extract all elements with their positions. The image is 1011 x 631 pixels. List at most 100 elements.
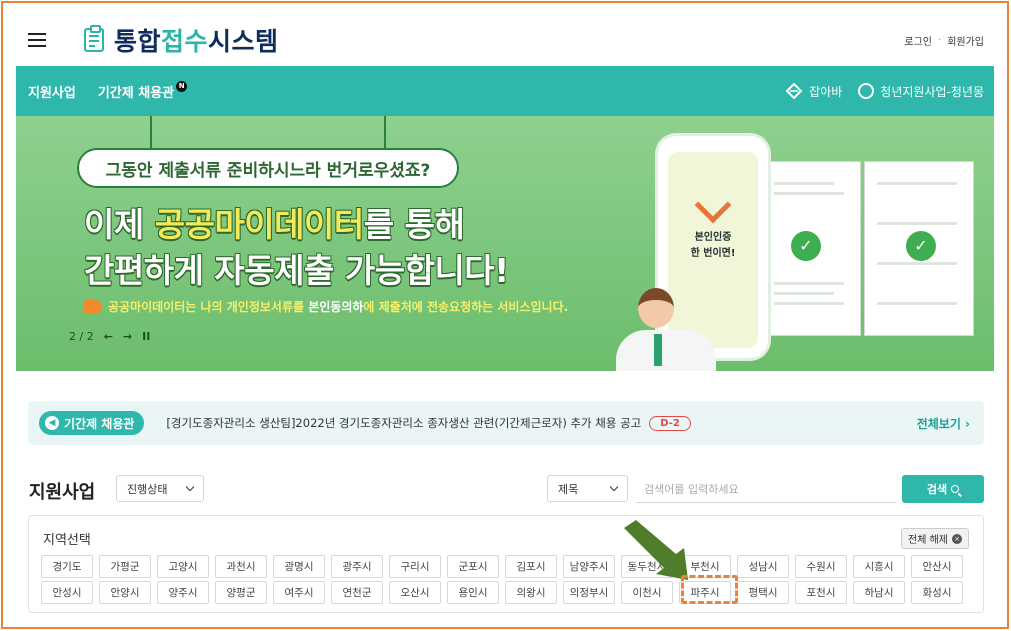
region-chip[interactable]: 평택시: [737, 581, 789, 604]
region-chip[interactable]: 광명시: [273, 555, 325, 578]
search-icon: [951, 485, 960, 493]
region-chip[interactable]: 화성시: [911, 581, 963, 604]
headline-highlight: 공공마이데이터: [154, 205, 365, 244]
notice-text-link[interactable]: [경기도종자관리소 생산팀]2022년 경기도종자관리소 종자생산 관련(기간제…: [166, 415, 641, 431]
reset-all-button[interactable]: 전체 해제 ×: [901, 528, 969, 549]
status-select[interactable]: 진행상태: [116, 475, 204, 502]
region-chip[interactable]: 양주시: [157, 581, 209, 604]
chevron-down-icon: [609, 482, 619, 492]
banner-speech-bubble: 그동안 제출서류 준비하시느라 번거로우셨죠?: [77, 148, 459, 188]
region-title: 지역선택: [43, 533, 91, 548]
headline-part: 를 통해: [363, 205, 465, 244]
region-chip[interactable]: 하남시: [853, 581, 905, 604]
subtext-part: 에 제출처에 전송요청하는 서비스입니다.: [363, 300, 569, 314]
headline-part: 이제: [84, 205, 155, 244]
region-chip[interactable]: 과천시: [215, 555, 267, 578]
slide-counter: 2 / 2: [69, 330, 94, 343]
region-chip[interactable]: 경기도: [41, 555, 93, 578]
nav-right-links: 잡아바 청년지원사업-청년몽: [785, 83, 984, 100]
subtext-part: 공공마이데이터는 나의 개인정보서류를: [108, 300, 309, 314]
jobaba-logo-icon: [785, 83, 803, 99]
region-chip[interactable]: 의왕시: [505, 581, 557, 604]
region-chip[interactable]: 광주시: [331, 555, 383, 578]
banner-pager: 2 / 2 ← → II: [69, 330, 150, 343]
nav-link-youth[interactable]: 청년지원사업-청년몽: [858, 83, 984, 100]
banner-subtext: 공공마이데이터는 나의 개인정보서류를 본인동의하에 제출처에 전송요청하는 서…: [84, 298, 568, 315]
reset-label: 전체 해제: [908, 535, 948, 546]
search-button-label: 검색: [926, 483, 948, 496]
region-chip[interactable]: 연천군: [331, 581, 383, 604]
youth-face-icon: [858, 83, 875, 99]
top-header: 통합접수시스템 로그인 · 회원가입: [16, 18, 994, 62]
main-nav: 지원사업 기간제 채용관 N 잡아바 청년지원사업-청년몽: [16, 66, 994, 116]
logo-part-2: 접수: [161, 27, 209, 56]
megaphone-icon: [84, 299, 102, 314]
status-select-value: 진행상태: [127, 482, 168, 496]
annotation-highlight-box: [681, 575, 738, 604]
region-chip[interactable]: 안성시: [41, 581, 93, 604]
region-chip[interactable]: 이천시: [621, 581, 673, 604]
logo-text: 통합접수시스템: [114, 22, 279, 58]
phone-caption-line: 한 번이면!: [690, 248, 736, 259]
recruitment-notice-bar: ◀ 기간제 채용관 [경기도종자관리소 생산팀]2022년 경기도종자관리소 종…: [28, 401, 984, 445]
region-chip[interactable]: 시흥시: [853, 555, 905, 578]
region-chip[interactable]: 구리시: [389, 555, 441, 578]
view-all-link[interactable]: 전체보기 ›: [917, 415, 970, 432]
region-chip[interactable]: 용인시: [447, 581, 499, 604]
pill-label: 기간제 채용관: [64, 416, 135, 431]
temp-recruitment-pill[interactable]: ◀ 기간제 채용관: [39, 411, 145, 435]
new-badge: N: [176, 80, 188, 92]
chevron-down-icon: [185, 482, 195, 492]
search-field-select[interactable]: 제목: [547, 475, 628, 502]
region-chip[interactable]: 안산시: [911, 555, 963, 578]
checkmark-icon: [694, 186, 732, 224]
region-chip[interactable]: 남양주시: [563, 555, 615, 578]
region-chip[interactable]: 여주시: [273, 581, 325, 604]
region-chip[interactable]: 가평군: [99, 555, 151, 578]
search-input[interactable]: [636, 476, 896, 503]
prev-slide-icon[interactable]: ←: [104, 330, 113, 343]
nav-label: 지원사업: [28, 85, 76, 101]
region-chip[interactable]: 성남시: [737, 555, 789, 578]
region-chip[interactable]: 군포시: [447, 555, 499, 578]
phone-caption-line: 본인인증: [694, 232, 732, 243]
section-title: 지원사업: [29, 482, 96, 503]
region-chip[interactable]: 김포시: [505, 555, 557, 578]
check-badge-icon: ✓: [791, 231, 821, 261]
region-chip[interactable]: 고양시: [157, 555, 209, 578]
user-links: 로그인 · 회원가입: [904, 33, 984, 48]
headline-line-2: 간편하게 자동제출 가능합니다!: [84, 251, 509, 290]
signup-link[interactable]: 회원가입: [947, 33, 984, 48]
hero-banner[interactable]: 그동안 제출서류 준비하시느라 번거로우셨죠? 이제 공공마이데이터를 통해 간…: [16, 116, 994, 371]
dday-badge: D-2: [649, 415, 691, 431]
search-field-value: 제목: [558, 482, 579, 496]
nav-label: 기간제 채용관: [97, 85, 175, 101]
region-chip[interactable]: 안양시: [99, 581, 151, 604]
region-chip[interactable]: 포천시: [795, 581, 847, 604]
nav-item-temp-recruitment[interactable]: 기간제 채용관 N: [97, 80, 188, 101]
close-circle-icon: ×: [952, 533, 962, 544]
region-chip[interactable]: 의정부시: [563, 581, 615, 604]
region-chip[interactable]: 오산시: [389, 581, 441, 604]
speaker-icon: ◀: [45, 416, 59, 430]
person-illustration: [616, 288, 726, 371]
nav-link-jobaba[interactable]: 잡아바: [785, 83, 842, 100]
search-button[interactable]: 검색: [902, 475, 984, 503]
region-chip[interactable]: 수원시: [795, 555, 847, 578]
hamburger-menu-icon[interactable]: [28, 33, 46, 47]
region-chip[interactable]: 양평군: [215, 581, 267, 604]
logo-part-3: 시스템: [208, 27, 279, 56]
next-slide-icon[interactable]: →: [123, 330, 132, 343]
link-separator: ·: [938, 34, 942, 46]
region-chip-grid: 경기도 가평군 고양시 과천시 광명시 광주시 구리시 군포시 김포시 남양주시 동두천시 부천시 성남…: [41, 555, 971, 604]
clipboard-icon: [84, 25, 104, 52]
banner-headline: 이제 공공마이데이터를 통해 간편하게 자동제출 가능합니다!: [84, 202, 509, 294]
logo-part-1: 통합: [114, 27, 162, 56]
nav-link-label: 잡아바: [809, 84, 843, 99]
subtext-emphasis: 본인동의하: [308, 300, 364, 314]
site-logo[interactable]: 통합접수시스템: [84, 22, 279, 58]
region-selector: 지역선택 전체 해제 × 경기도 가평군 고양시 과천시 광명시 광주시 구리시 군포시 김포시…: [28, 515, 984, 613]
pause-icon[interactable]: II: [142, 330, 150, 343]
login-link[interactable]: 로그인: [904, 33, 932, 48]
nav-item-support-projects[interactable]: 지원사업: [28, 82, 76, 101]
